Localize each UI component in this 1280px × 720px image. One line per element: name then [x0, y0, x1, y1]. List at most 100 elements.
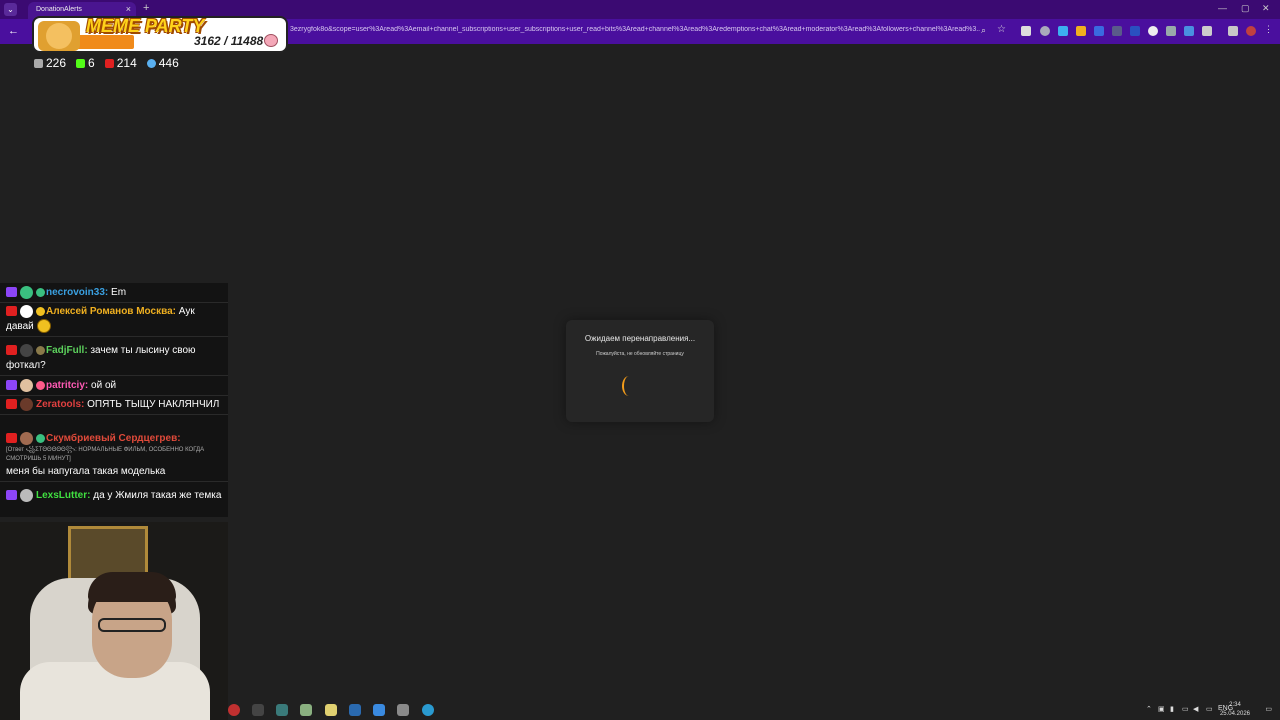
chat-nick: FadjFull: [46, 345, 88, 356]
tab-title: DonationAlerts [36, 6, 82, 13]
close-window-icon[interactable]: ✕ [1262, 3, 1270, 14]
telegram-icon[interactable] [422, 704, 434, 716]
progress-bar [74, 35, 134, 49]
chat-nick: Zeratools: [36, 399, 85, 410]
app-icon[interactable] [373, 704, 385, 716]
vk-live-icon [104, 58, 114, 68]
extension-icon[interactable] [1021, 26, 1031, 36]
extension-icon[interactable] [1130, 26, 1140, 36]
profile-avatar[interactable] [1246, 26, 1256, 36]
loading-spinner-icon [622, 376, 636, 396]
redirect-dialog: Ожидаем перенаправления... Пожалуйста, н… [566, 320, 714, 422]
streamer-hair-top [88, 572, 176, 602]
badge-icon [36, 306, 45, 316]
extensions-puzzle-icon[interactable] [1202, 26, 1212, 36]
chat-nick: patritciy: [46, 380, 89, 391]
vk-live-icon [6, 306, 17, 317]
chat-reply-quote: [Ответ ꧁ΣΤΘΘΘΘΘ꧂: НОРМАЛЬНЫЕ ФИЛЬМ, ОСОБ… [6, 447, 205, 462]
app-icon[interactable] [228, 704, 240, 716]
search-icon[interactable]: ⌕ [981, 25, 991, 35]
twitch-icon [6, 490, 17, 501]
chat-message: necrovoin33: Em [0, 283, 228, 303]
more-icon[interactable]: ⋮ [1264, 24, 1274, 34]
tab-close-icon[interactable]: × [126, 4, 131, 14]
dialog-title: Ожидаем перенаправления... [584, 334, 696, 343]
pig-icon [264, 34, 278, 47]
url-field[interactable]: 3ezrygfok8o&scope=user%3Aread%3Aemail+ch… [290, 26, 980, 33]
clock[interactable]: 2:34 25.04.2026 [1220, 701, 1250, 719]
chat-message: Скумбриевый Сердцегрев: [Ответ ꧁ΣΤΘΘΘΘΘ꧂… [0, 429, 228, 482]
total-viewers: 446 [146, 56, 179, 70]
tray-arrow-icon[interactable]: ⌃ [1146, 705, 1152, 713]
maximize-icon[interactable]: ▢ [1241, 3, 1250, 14]
chat-message: Алексей Романов Москва: Аук давай [0, 302, 228, 337]
taskbar: ⌃ ▣ ▮ ▭ ◀ ▭ ENG 2:34 25.04.2026 ▭ [228, 700, 1280, 720]
display-icon[interactable]: ▭ [1206, 705, 1213, 713]
extension-icon[interactable] [1040, 26, 1050, 36]
webcam-feed [0, 522, 228, 720]
tab-list-button[interactable]: ⌄ [4, 3, 17, 16]
chat-text: зачем ты лысину свою фоткал? [6, 345, 196, 371]
emote-icon [36, 319, 51, 334]
clock-time: 2:34 [1229, 702, 1241, 708]
chat-message: LexsLutter: да у Жмиля такая же темка [0, 486, 228, 505]
clock-date: 25.04.2026 [1219, 711, 1250, 717]
extension-icon[interactable] [1094, 26, 1104, 36]
chat-message: patritciy: ой ой [0, 376, 228, 396]
extension-icon[interactable] [1166, 26, 1176, 36]
extension-icon[interactable] [1184, 26, 1194, 36]
tray-icon[interactable]: ▮ [1170, 705, 1174, 713]
avatar [20, 378, 33, 392]
badge-icon [36, 287, 45, 297]
chat-nick: LexsLutter: [36, 490, 91, 501]
app-icon[interactable] [300, 704, 312, 716]
badge-icon [36, 433, 45, 443]
network-icon[interactable]: ▭ [1182, 705, 1189, 713]
chat-text: меня бы напугала такая моделька [6, 466, 166, 477]
twitch-icon [34, 58, 43, 68]
vk-live-icon [6, 433, 17, 444]
notifications-icon[interactable]: ▭ [1265, 705, 1272, 713]
heart-badge-icon [36, 380, 45, 390]
app-icon[interactable] [276, 704, 288, 716]
avatar [20, 285, 33, 299]
extension-icon[interactable] [1076, 26, 1086, 36]
twitch-viewers: 226 [34, 56, 66, 70]
kick-viewers: 6 [76, 56, 95, 70]
chat-text: ОПЯТЬ ТЫЩУ НАКЛЯНЧИЛ [87, 399, 220, 410]
avatar [20, 397, 33, 411]
extension-icon[interactable] [1058, 26, 1068, 36]
chat-message: FadjFull: зачем ты лысину свою фоткал? [0, 341, 228, 376]
avatar [20, 431, 33, 445]
glasses [98, 618, 166, 632]
chat-nick: necrovoin33: [46, 287, 109, 298]
bookmark-star-icon[interactable]: ☆ [997, 24, 1007, 35]
meme-party-title: MEME PARTY [86, 16, 205, 36]
app-icon[interactable] [397, 704, 409, 716]
volume-icon[interactable]: ◀ [1193, 705, 1198, 713]
chat-nick: Скумбриевый Сердцегрев: [46, 433, 181, 444]
new-tab-button[interactable]: + [143, 2, 149, 14]
chat-text: ой ой [91, 380, 117, 391]
steam-icon[interactable] [349, 704, 361, 716]
back-arrow-icon[interactable]: ← [8, 25, 19, 37]
minimize-icon[interactable]: — [1218, 3, 1227, 13]
extension-icon[interactable] [1148, 26, 1158, 36]
twitch-icon [6, 287, 17, 298]
vk-viewers: 214 [104, 56, 137, 70]
avatar [20, 343, 33, 357]
app-icon[interactable] [325, 704, 337, 716]
tray-icon[interactable]: ▣ [1158, 705, 1165, 713]
avatar [20, 488, 33, 502]
meme-party-widget: MEME PARTY 3162 / 11488 [32, 16, 288, 53]
chat-text: Em [111, 287, 127, 298]
chat-nick: Алексей Романов Москва: [46, 306, 177, 317]
chat-text: да у Жмиля такая же темка [93, 490, 222, 501]
app-icon[interactable] [252, 704, 264, 716]
extension-icon[interactable] [1112, 26, 1122, 36]
kick-icon [76, 58, 86, 68]
menu-icon[interactable] [1228, 26, 1238, 36]
vk-live-icon [6, 399, 17, 410]
chat-overlay: necrovoin33: Em Алексей Романов Москва: … [0, 283, 228, 517]
avatar [20, 304, 33, 318]
